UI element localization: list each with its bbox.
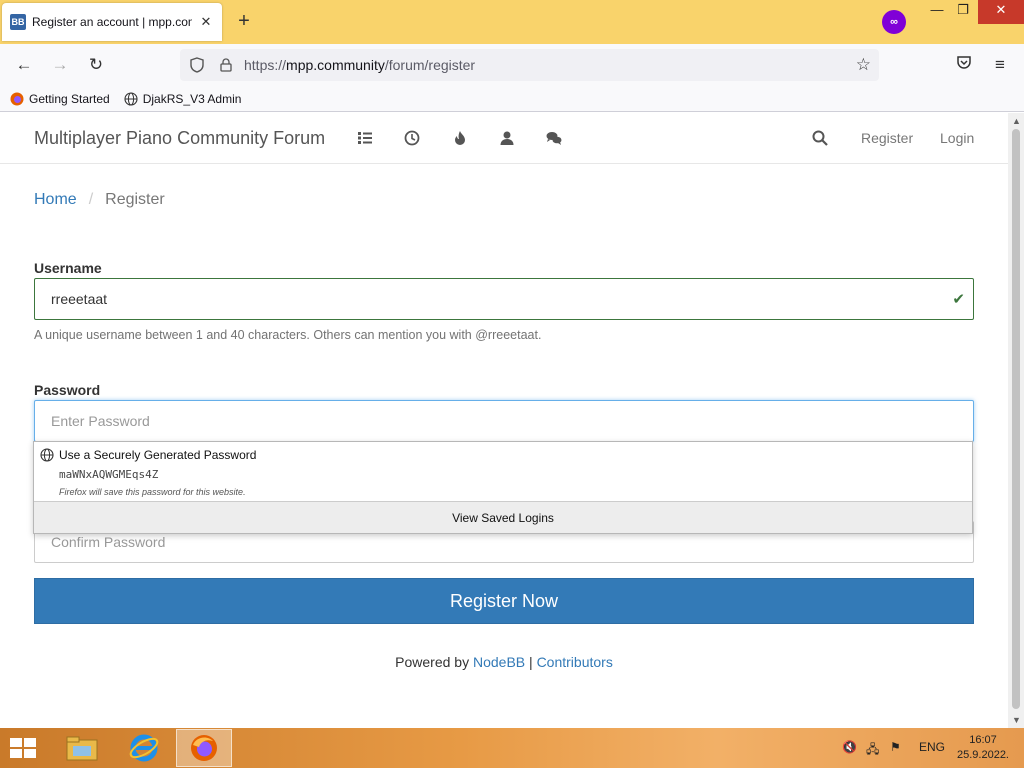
page-footer: Powered by NodeBB | Contributors xyxy=(0,654,1008,670)
categories-icon[interactable] xyxy=(357,130,373,146)
register-link[interactable]: Register xyxy=(861,130,913,146)
recent-icon[interactable] xyxy=(404,130,420,146)
popular-icon[interactable] xyxy=(452,130,468,146)
windows-start-icon[interactable] xyxy=(8,736,38,760)
scroll-down-icon[interactable]: ▼ xyxy=(1012,715,1021,725)
browser-tab[interactable]: BB Register an account | mpp.community ✕ xyxy=(2,3,222,41)
users-icon[interactable] xyxy=(499,130,515,146)
globe-icon xyxy=(124,91,138,106)
forum-header: Multiplayer Piano Community Forum Regist… xyxy=(0,113,1008,164)
password-input[interactable]: Enter Password xyxy=(34,400,974,442)
scroll-up-icon[interactable]: ▲ xyxy=(1012,116,1021,126)
private-browsing-icon: ∞ xyxy=(882,10,906,34)
contributors-link[interactable]: Contributors xyxy=(537,654,613,670)
url-bar[interactable]: https://mpp.community/forum/register ☆ xyxy=(180,49,879,81)
password-placeholder: Enter Password xyxy=(51,413,150,429)
action-center-flag-icon[interactable]: ⚑ xyxy=(890,740,901,754)
page-scrollbar[interactable]: ▲ ▼ xyxy=(1008,113,1024,728)
breadcrumb-current: Register xyxy=(105,191,165,208)
tab-title: Register an account | mpp.community xyxy=(32,15,192,29)
firefox-icon xyxy=(10,92,24,105)
generated-password-note: Firefox will save this password for this… xyxy=(59,487,246,497)
checkmark-icon: ✔ xyxy=(952,291,965,308)
generated-password-value[interactable]: maWNxAQWGMEqs4Z xyxy=(59,468,158,481)
globe-icon xyxy=(40,448,54,462)
firefox-taskbar-icon[interactable] xyxy=(176,729,232,767)
bookmark-label: DjakRS_V3 Admin xyxy=(142,91,242,106)
username-value: rreeetaat xyxy=(51,291,108,307)
view-saved-logins-button[interactable]: View Saved Logins xyxy=(34,501,972,533)
tracking-shield-icon[interactable] xyxy=(189,57,205,73)
window-close-button[interactable]: ✕ xyxy=(978,0,1024,24)
generated-password-option[interactable]: Use a Securely Generated Password xyxy=(40,448,256,462)
bookmark-getting-started[interactable]: Getting Started xyxy=(10,92,110,106)
taskbar-clock[interactable]: 16:07 25.9.2022. xyxy=(950,733,1016,763)
clock-time: 16:07 xyxy=(969,734,997,746)
bookmark-label: Getting Started xyxy=(29,91,110,106)
lock-icon[interactable] xyxy=(219,58,233,72)
browser-tab-strip: BB Register an account | mpp.community ✕… xyxy=(0,0,1024,44)
bookmark-star-icon[interactable]: ☆ xyxy=(856,55,871,75)
url-text[interactable]: https://mpp.community/forum/register xyxy=(244,57,475,73)
breadcrumb-home-link[interactable]: Home xyxy=(34,191,77,209)
username-input[interactable]: rreeetaat ✔ xyxy=(34,278,974,320)
chat-icon[interactable] xyxy=(546,130,562,146)
footer-powered-by: Powered by xyxy=(395,654,470,670)
back-icon[interactable]: ← xyxy=(12,53,36,77)
file-explorer-icon[interactable] xyxy=(54,729,110,767)
scrollbar-thumb[interactable] xyxy=(1012,129,1020,709)
page-content: Multiplayer Piano Community Forum Regist… xyxy=(0,113,1008,728)
confirm-password-placeholder: Confirm Password xyxy=(51,534,166,550)
footer-separator: | xyxy=(529,654,533,670)
tab-close-icon[interactable]: ✕ xyxy=(198,14,214,30)
password-label: Password xyxy=(34,382,101,398)
bookmark-djakrs-admin[interactable]: DjakRS_V3 Admin xyxy=(124,91,242,106)
volume-muted-icon[interactable]: 🔇 xyxy=(842,740,857,754)
login-link[interactable]: Login xyxy=(940,130,974,146)
breadcrumb: Home / Register xyxy=(34,191,165,209)
forum-brand[interactable]: Multiplayer Piano Community Forum xyxy=(34,128,325,149)
reload-icon[interactable]: ↻ xyxy=(84,53,108,77)
clock-date: 25.9.2022. xyxy=(957,749,1009,761)
username-help-text: A unique username between 1 and 40 chara… xyxy=(34,328,542,342)
nodebb-link[interactable]: NodeBB xyxy=(473,654,525,670)
username-label: Username xyxy=(34,260,102,276)
internet-explorer-icon[interactable] xyxy=(116,729,172,767)
new-tab-icon[interactable]: + xyxy=(234,11,254,31)
password-autocomplete-popup: Use a Securely Generated Password maWNxA… xyxy=(33,441,973,534)
generated-password-title: Use a Securely Generated Password xyxy=(59,448,257,462)
input-language[interactable]: ENG xyxy=(919,740,945,754)
pocket-icon[interactable] xyxy=(952,53,976,77)
forward-icon[interactable]: → xyxy=(48,53,72,77)
window-restore-button[interactable]: ❐ xyxy=(948,0,978,24)
bookmarks-bar: Getting Started DjakRS_V3 Admin xyxy=(0,86,1024,112)
search-icon[interactable] xyxy=(812,130,828,146)
nodebb-favicon-icon: BB xyxy=(10,14,26,30)
windows-taskbar: 🔇 🖧 ⚑ ENG 16:07 25.9.2022. xyxy=(0,728,1024,768)
register-now-button[interactable]: Register Now xyxy=(34,578,974,624)
menu-icon[interactable]: ≡ xyxy=(988,53,1012,77)
breadcrumb-separator: / xyxy=(88,191,94,208)
network-icon[interactable]: 🖧 xyxy=(866,740,879,761)
